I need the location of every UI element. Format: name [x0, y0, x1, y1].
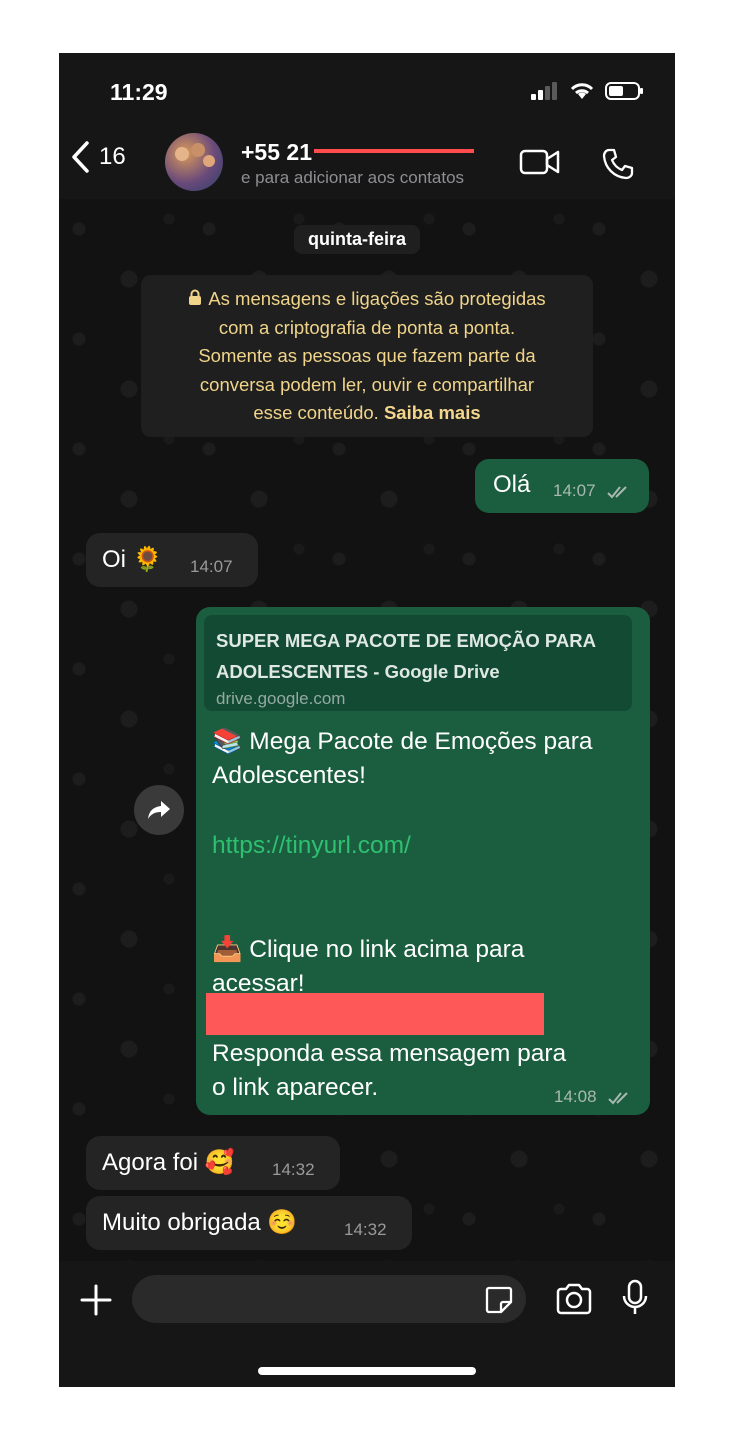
- unread-count: 16: [99, 143, 126, 170]
- phone-call-icon[interactable]: [601, 147, 635, 181]
- phone-screen: 11:29 16 +55 21 e para adicionar aos con…: [59, 53, 675, 1387]
- composer-bar: [59, 1261, 675, 1387]
- message-outgoing-link[interactable]: SUPER MEGA PACOTE DE EMOÇÃO PARA ADOLESC…: [196, 607, 650, 1115]
- double-check-icon: [608, 1091, 628, 1105]
- double-check-icon: [607, 485, 627, 499]
- chat-header: 16 +55 21 e para adicionar aos contatos: [59, 133, 675, 199]
- message-time: 14:07: [190, 557, 233, 576]
- chat-area[interactable]: quinta-feira As mensagens e ligações são…: [59, 199, 675, 1261]
- lock-icon: [189, 289, 202, 305]
- redaction-mark: [314, 148, 474, 153]
- message-incoming[interactable]: Muito obrigada ☺️ 14:32: [86, 1196, 412, 1250]
- contact-subtitle: e para adicionar aos contatos: [241, 168, 465, 187]
- redaction-box: [206, 993, 544, 1035]
- link-preview-title: SUPER MEGA PACOTE DE EMOÇÃO PARA ADOLESC…: [216, 630, 596, 682]
- status-bar: 11:29: [59, 53, 675, 133]
- microphone-icon[interactable]: [621, 1279, 649, 1317]
- forward-button[interactable]: [134, 785, 184, 835]
- link-preview-domain: drive.google.com: [216, 689, 346, 708]
- forward-icon: [148, 801, 170, 819]
- sticker-icon[interactable]: [484, 1285, 514, 1315]
- message-outgoing[interactable]: Olá 14:07: [475, 459, 649, 513]
- video-call-icon[interactable]: [519, 147, 561, 177]
- status-time: 11:29: [110, 79, 168, 105]
- back-button[interactable]: 16: [71, 141, 126, 173]
- signal-icon: [531, 82, 557, 100]
- home-indicator: [258, 1367, 476, 1375]
- battery-icon: [605, 82, 643, 100]
- message-input[interactable]: [132, 1275, 526, 1323]
- learn-more-link[interactable]: Saiba mais: [384, 402, 481, 423]
- plus-icon[interactable]: [79, 1283, 113, 1317]
- status-icons: [531, 81, 645, 101]
- contact-name[interactable]: +55 21: [241, 139, 474, 166]
- header-actions: [519, 147, 635, 181]
- date-separator: quinta-feira: [294, 225, 421, 254]
- camera-icon[interactable]: [555, 1283, 593, 1315]
- message-incoming[interactable]: Oi 🌻 14:07: [86, 533, 258, 587]
- message-time: 14:32: [272, 1160, 315, 1179]
- avatar[interactable]: [165, 133, 223, 191]
- encryption-notice[interactable]: As mensagens e ligações são protegidas c…: [141, 275, 593, 437]
- message-time: 14:32: [344, 1220, 387, 1239]
- wifi-icon: [570, 83, 594, 99]
- message-link[interactable]: https://tinyurl.com/: [212, 829, 411, 863]
- back-chevron-icon: [72, 141, 89, 173]
- message-time: 14:08: [554, 1087, 597, 1106]
- message-time: 14:07: [553, 481, 596, 500]
- message-incoming[interactable]: Agora foi 🥰 14:32: [86, 1136, 340, 1190]
- link-preview[interactable]: SUPER MEGA PACOTE DE EMOÇÃO PARA ADOLESC…: [204, 615, 632, 711]
